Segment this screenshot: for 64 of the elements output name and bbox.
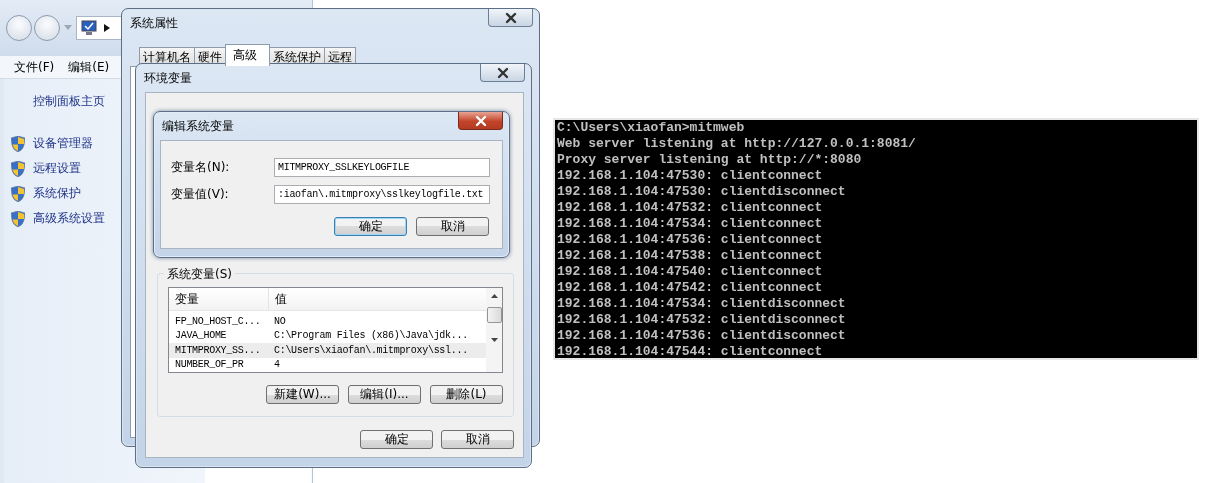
- list-row[interactable]: FP_NO_HOST_C... NO: [169, 314, 486, 329]
- console-line: 192.168.1.104:47530: clientconnect: [557, 168, 824, 184]
- shield-icon: [11, 160, 25, 177]
- console-line: 192.168.1.104:47538: clientconnect: [557, 248, 824, 264]
- console-line: 192.168.1.104:47544: clientconnect: [557, 344, 824, 360]
- sidebar-link[interactable]: 系统保护: [33, 185, 81, 202]
- shield-icon: [11, 135, 25, 152]
- list-row[interactable]: MITMPROXY_SS... C:\Users\xiaofan\.mitmproxy\ssl...: [169, 343, 486, 358]
- tab[interactable]: 高级: [225, 44, 270, 66]
- shield-icon: [11, 185, 25, 202]
- input-field[interactable]: :iaofan\.mitmproxy\sslkeylogfile.txt: [274, 185, 490, 204]
- console-line: 192.168.1.104:47536: clientconnect: [557, 232, 824, 248]
- sidebar-link[interactable]: 设备管理器: [33, 135, 93, 152]
- dialog-button[interactable]: 取消: [416, 217, 489, 236]
- window-title: 环境变量: [144, 70, 192, 87]
- group-label: 系统变量(S): [164, 266, 235, 283]
- table-cell-text: NUMBER_OF_PR: [174, 359, 245, 371]
- shield-icon: [11, 210, 25, 227]
- arrow-icon[interactable]: [104, 24, 110, 32]
- field-label: 变量值(V):: [171, 186, 230, 203]
- dialog-button[interactable]: 取消: [441, 430, 514, 449]
- sidebar-link[interactable]: 远程设置: [33, 160, 81, 177]
- console-line: 192.168.1.104:47534: clientdisconnect: [557, 296, 847, 312]
- table-cell-text: 4: [274, 359, 281, 371]
- scroll-thumb[interactable]: [486, 307, 502, 323]
- dialog-button[interactable]: 新建(W)...: [266, 385, 339, 404]
- table-cell-text: NO: [274, 315, 287, 327]
- console-line: 192.168.1.104:47536: clientdisconnect: [557, 328, 847, 344]
- close-button[interactable]: [480, 64, 525, 82]
- field-label: 变量名(N):: [171, 159, 231, 176]
- table-cell-text: JAVA_HOME: [174, 330, 228, 342]
- column-header[interactable]: 值: [269, 288, 486, 310]
- menu-item[interactable]: 编辑(E): [68, 58, 110, 76]
- close-button[interactable]: [458, 112, 503, 130]
- console-line: 192.168.1.104:47532: clientconnect: [557, 200, 824, 216]
- table-cell-text: C:\Program Files (x86)\Java\jdk...: [274, 330, 469, 342]
- console-line: C:\Users\xiaofan>mitmweb: [557, 120, 746, 136]
- dialog-button[interactable]: 删除(L): [430, 385, 503, 404]
- computer-icon: [80, 20, 98, 36]
- list-row[interactable]: JAVA_HOME C:\Program Files (x86)\Java\jdk...: [169, 328, 486, 343]
- down-arrow-icon[interactable]: [490, 338, 498, 342]
- column-header[interactable]: 变量: [169, 288, 269, 310]
- console-line: Proxy server listening at http://*:8080: [557, 152, 863, 168]
- input-field[interactable]: MITMPROXY_SSLKEYLOGFILE: [274, 158, 490, 177]
- up-arrow-icon[interactable]: [490, 294, 498, 298]
- console-line: 192.168.1.104:47532: clientdisconnect: [557, 312, 847, 328]
- menu-item[interactable]: 文件(F): [14, 58, 55, 76]
- dialog-button[interactable]: 编辑(I)...: [348, 385, 421, 404]
- console-line: 192.168.1.104:47534: clientconnect: [557, 216, 824, 232]
- dialog-button[interactable]: 确定: [334, 217, 407, 236]
- scrollbar[interactable]: [486, 288, 502, 372]
- window-title: 编辑系统变量: [162, 118, 234, 135]
- console-line: 192.168.1.104:47540: clientconnect: [557, 264, 824, 280]
- table-cell-text: C:\Users\xiaofan\.mitmproxy\ssl...: [274, 344, 469, 356]
- window-title: 系统属性: [130, 15, 178, 32]
- list-row[interactable]: NUMBER_OF_PR 4: [169, 357, 486, 372]
- sidebar-link[interactable]: 高级系统设置: [33, 210, 105, 227]
- close-button[interactable]: [488, 9, 533, 27]
- console-line: 192.168.1.104:47542: clientconnect: [557, 280, 824, 296]
- table-cell-text: FP_NO_HOST_C...: [174, 315, 262, 327]
- dialog-button[interactable]: 确定: [360, 430, 433, 449]
- table-cell-text: MITMPROXY_SS...: [174, 344, 262, 356]
- console-line: Web server listening at http://127.0.0.1:8081/: [557, 136, 917, 152]
- console-line: 192.168.1.104:47530: clientdisconnect: [557, 184, 847, 200]
